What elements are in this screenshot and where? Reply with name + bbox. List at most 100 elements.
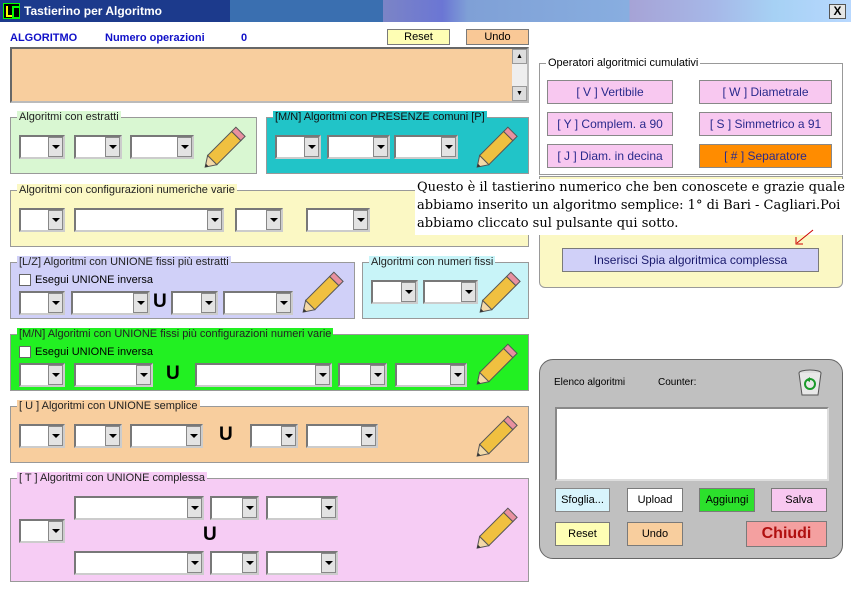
dropdown[interactable] [327,135,390,159]
dropdown[interactable] [266,496,338,520]
dropdown[interactable] [130,424,203,448]
pencil-icon[interactable] [473,411,523,461]
chevron-down-icon[interactable] [401,282,416,302]
chevron-down-icon[interactable] [48,137,63,157]
chevron-down-icon[interactable] [461,282,476,302]
dropdown[interactable] [250,424,298,448]
dropdown[interactable] [275,135,321,159]
dropdown[interactable] [74,551,204,575]
chevron-down-icon[interactable] [48,521,63,541]
dropdown[interactable] [19,208,65,232]
dropdown[interactable] [306,424,378,448]
dropdown[interactable] [19,135,65,159]
chevron-down-icon[interactable] [304,137,319,157]
dropdown[interactable] [394,135,458,159]
upload-button[interactable]: Upload [627,488,683,512]
dropdown[interactable] [371,280,418,304]
recycle-bin-icon[interactable] [794,366,826,398]
chevron-down-icon[interactable] [321,498,336,518]
chevron-down-icon[interactable] [201,293,216,313]
chevron-down-icon[interactable] [105,426,120,446]
salva-button[interactable]: Salva [771,488,827,512]
dropdown[interactable] [74,135,122,159]
simmetrico-91-button[interactable]: [ S ] Simmetrico a 91 [699,112,832,136]
dropdown[interactable] [306,208,370,232]
chevron-down-icon[interactable] [361,426,376,446]
dropdown[interactable] [74,208,224,232]
dropdown[interactable] [74,363,153,387]
chevron-down-icon[interactable] [353,210,368,230]
algorithm-display[interactable]: ▲ ▼ [10,47,529,103]
scroll-down-icon[interactable]: ▼ [512,86,527,101]
chevron-down-icon[interactable] [450,365,465,385]
chevron-down-icon[interactable] [177,137,192,157]
aggiungi-button[interactable]: Aggiungi [699,488,755,512]
checkbox[interactable] [19,346,31,358]
dropdown[interactable] [71,291,150,315]
chevron-down-icon[interactable] [48,210,63,230]
chevron-down-icon[interactable] [373,137,388,157]
chevron-down-icon[interactable] [242,498,257,518]
dropdown[interactable] [423,280,478,304]
elenco-reset-button[interactable]: Reset [555,522,610,546]
dropdown[interactable] [19,519,65,543]
pencil-icon[interactable] [299,267,349,317]
chevron-down-icon[interactable] [207,210,222,230]
chevron-down-icon[interactable] [186,426,201,446]
separatore-button[interactable]: [ # ] Separatore [699,144,832,168]
dropdown[interactable] [266,551,338,575]
dropdown[interactable] [130,135,194,159]
diametrale-button[interactable]: [ W ] Diametrale [699,80,832,104]
checkbox[interactable] [19,274,31,286]
dropdown[interactable] [195,363,332,387]
dropdown[interactable] [74,424,122,448]
chevron-down-icon[interactable] [266,210,281,230]
chevron-down-icon[interactable] [441,137,456,157]
dropdown[interactable] [338,363,387,387]
dropdown[interactable] [19,363,65,387]
dropdown[interactable] [223,291,293,315]
pencil-icon[interactable] [473,122,523,172]
pencil-icon[interactable] [476,267,526,317]
chevron-down-icon[interactable] [242,553,257,573]
chevron-down-icon[interactable] [187,553,202,573]
reset-button[interactable]: Reset [387,29,450,45]
inserisci-spia-button[interactable]: Inserisci Spia algoritmica complessa [562,248,819,272]
dropdown[interactable] [235,208,283,232]
chevron-down-icon[interactable] [105,137,120,157]
scroll-up-icon[interactable]: ▲ [512,49,527,64]
vertibile-button[interactable]: [ V ] Vertibile [547,80,673,104]
dropdown[interactable] [210,496,259,520]
dropdown[interactable] [395,363,467,387]
chevron-down-icon[interactable] [48,293,63,313]
pencil-icon[interactable] [201,122,251,172]
algorithm-list[interactable] [555,407,829,481]
chevron-down-icon[interactable] [281,426,296,446]
diam-decina-button[interactable]: [ J ] Diam. in decina [547,144,673,168]
dropdown[interactable] [171,291,218,315]
elenco-undo-button[interactable]: Undo [627,522,683,546]
chevron-down-icon[interactable] [136,365,151,385]
chevron-down-icon[interactable] [276,293,291,313]
complem-90-button[interactable]: [ Y ] Complem. a 90 [547,112,673,136]
dropdown[interactable] [19,291,65,315]
pencil-icon[interactable] [473,503,523,553]
chevron-down-icon[interactable] [187,498,202,518]
dropdown[interactable] [210,551,259,575]
chevron-down-icon[interactable] [48,426,63,446]
panel-title: [ U ] Algoritmi con UNIONE semplice [17,400,200,412]
chevron-down-icon[interactable] [133,293,148,313]
pencil-icon[interactable] [473,339,523,389]
sfoglia-button[interactable]: Sfoglia... [555,488,610,512]
scrollbar[interactable]: ▲ ▼ [512,49,527,101]
chevron-down-icon[interactable] [315,365,330,385]
dropdown[interactable] [19,424,65,448]
elenco-panel: Elenco algoritmi Counter: Sfoglia... Upl… [539,359,843,559]
chevron-down-icon[interactable] [321,553,336,573]
chiudi-button[interactable]: Chiudi [746,521,827,547]
chevron-down-icon[interactable] [48,365,63,385]
dropdown[interactable] [74,496,204,520]
undo-button[interactable]: Undo [466,29,529,45]
close-button[interactable]: X [829,4,846,19]
chevron-down-icon[interactable] [370,365,385,385]
